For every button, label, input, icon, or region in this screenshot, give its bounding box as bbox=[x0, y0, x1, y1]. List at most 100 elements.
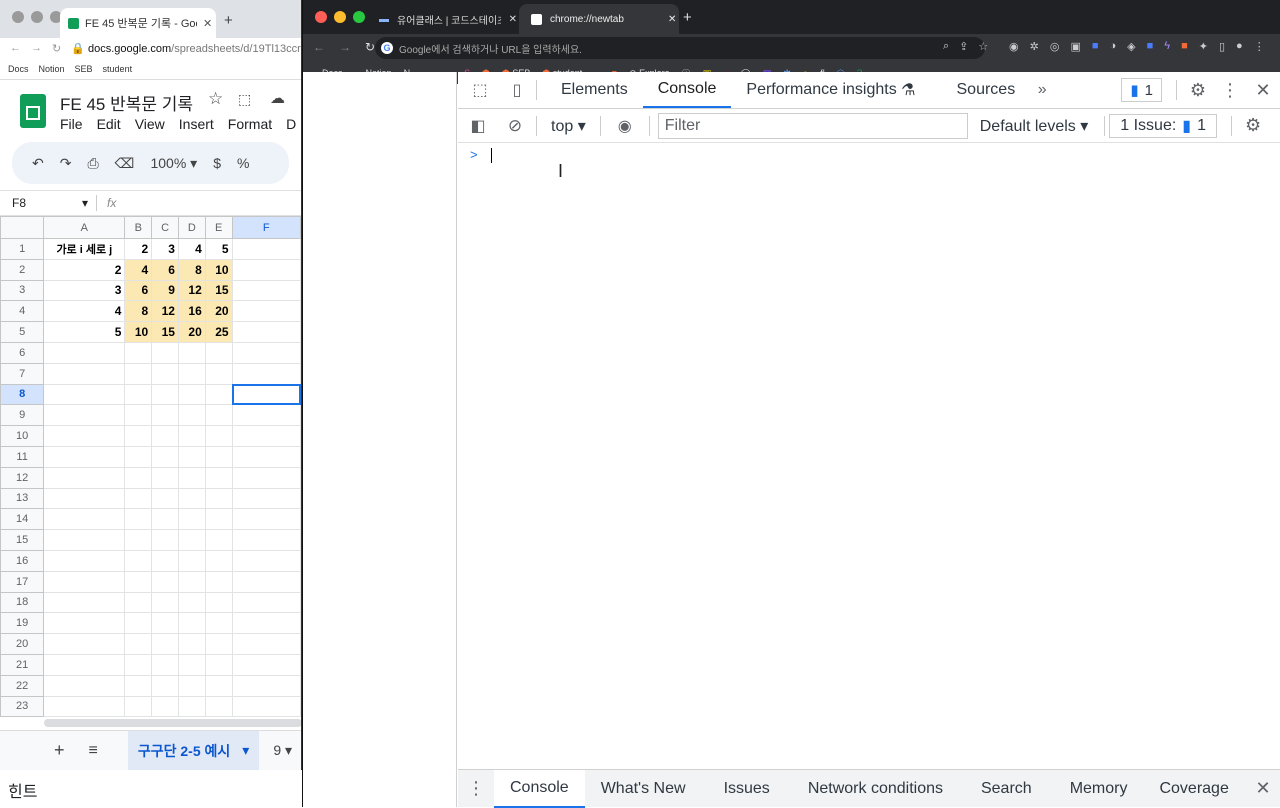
grid-cell[interactable] bbox=[204, 570, 233, 593]
name-box[interactable]: F8 ▾ bbox=[0, 196, 96, 210]
grid-cell[interactable] bbox=[204, 341, 233, 364]
row-header[interactable]: 16 bbox=[0, 549, 45, 572]
grid-cell[interactable] bbox=[231, 445, 301, 468]
menu-file[interactable]: File bbox=[60, 116, 83, 132]
paint-format-icon[interactable]: ⌫ bbox=[115, 155, 135, 172]
row-header[interactable]: 6 bbox=[0, 341, 45, 364]
grid-cell[interactable] bbox=[43, 487, 126, 510]
context-selector[interactable]: top ▾ bbox=[541, 116, 596, 136]
extension-icon[interactable]: ◉ bbox=[1009, 40, 1019, 53]
extension-icon[interactable]: ◑ bbox=[1110, 40, 1117, 53]
device-toolbar-icon[interactable]: ▯ bbox=[502, 80, 532, 100]
grid-cell[interactable] bbox=[124, 383, 153, 406]
grid-cell[interactable] bbox=[177, 549, 206, 572]
drawer-tab-search[interactable]: Search bbox=[959, 780, 1048, 798]
grid-cell[interactable] bbox=[231, 341, 301, 364]
zoom-icon[interactable]: ⌕ bbox=[943, 40, 949, 53]
grid-cell[interactable]: 2 bbox=[124, 238, 153, 260]
grid-cell[interactable] bbox=[231, 238, 301, 260]
row-header[interactable]: 19 bbox=[0, 612, 45, 635]
more-tabs-icon[interactable]: » bbox=[1030, 81, 1054, 99]
grid-cell[interactable] bbox=[177, 362, 206, 385]
grid-cell[interactable] bbox=[124, 653, 153, 676]
grid-cell[interactable] bbox=[43, 404, 126, 427]
grid-cell[interactable] bbox=[43, 674, 126, 697]
bookmark-student[interactable]: student bbox=[103, 64, 133, 74]
grid-cell[interactable] bbox=[124, 487, 153, 510]
grid-cell[interactable] bbox=[231, 508, 301, 531]
grid-cell[interactable] bbox=[43, 383, 126, 406]
column-header[interactable]: E bbox=[204, 216, 233, 239]
row-header[interactable]: 14 bbox=[0, 508, 45, 531]
grid-cell[interactable]: 6 bbox=[124, 279, 153, 302]
chrome-tab-codestates[interactable]: ▬ 유어클래스 | 코드스테이츠 학습 플랫 ✕ bbox=[367, 4, 517, 34]
profile-avatar[interactable]: ● bbox=[1236, 40, 1243, 53]
grid-cell[interactable] bbox=[204, 674, 233, 697]
grid-cell[interactable] bbox=[231, 549, 301, 572]
grid-cell[interactable]: 4 bbox=[177, 238, 206, 260]
grid-cell[interactable] bbox=[231, 258, 301, 281]
grid-cell[interactable] bbox=[43, 341, 126, 364]
row-header[interactable]: 11 bbox=[0, 445, 45, 468]
move-folder-icon[interactable]: ⬚ bbox=[238, 91, 251, 108]
grid-cell[interactable] bbox=[124, 695, 153, 718]
grid-cell[interactable] bbox=[124, 633, 153, 655]
drawer-tab-network-conditions[interactable]: Network conditions bbox=[786, 780, 959, 798]
log-levels-dropdown[interactable]: Default levels ▾ bbox=[968, 116, 1089, 136]
all-sheets-icon[interactable]: ≡ bbox=[65, 742, 98, 760]
drawer-tab-console[interactable]: Console bbox=[494, 769, 585, 808]
grid-cell[interactable] bbox=[231, 466, 301, 489]
customize-menu-icon[interactable]: ⋮ bbox=[1215, 80, 1245, 101]
grid-cell[interactable] bbox=[204, 549, 233, 572]
drawer-menu-icon[interactable]: ⋮ bbox=[458, 778, 494, 799]
row-header[interactable]: 9 bbox=[0, 404, 45, 427]
grid-cell[interactable] bbox=[204, 362, 233, 385]
grid-cell[interactable] bbox=[151, 674, 179, 697]
column-header[interactable]: D bbox=[177, 216, 206, 239]
grid-cell[interactable] bbox=[43, 653, 126, 676]
grid-cell[interactable] bbox=[231, 279, 301, 302]
grid-cell[interactable] bbox=[231, 425, 301, 447]
grid-cell[interactable] bbox=[231, 404, 301, 427]
bookmark-star-icon[interactable]: ☆ bbox=[978, 40, 988, 53]
grid-cell[interactable] bbox=[124, 425, 153, 447]
grid-cell[interactable] bbox=[43, 570, 126, 593]
grid-cell[interactable] bbox=[151, 362, 179, 385]
grid-cell[interactable]: 20 bbox=[204, 300, 233, 323]
url-field[interactable]: 🔒 docs.google.com/spreadsheets/d/19Tl13c… bbox=[71, 42, 301, 55]
grid-cell[interactable] bbox=[204, 529, 233, 551]
grid-cell[interactable] bbox=[151, 425, 179, 447]
grid-cell[interactable]: 5 bbox=[43, 321, 126, 343]
column-header[interactable]: C bbox=[151, 216, 179, 239]
grid-cell[interactable] bbox=[177, 383, 206, 406]
tab-sources[interactable]: Sources bbox=[931, 73, 1031, 108]
grid-cell[interactable] bbox=[231, 591, 301, 614]
grid-cell[interactable] bbox=[177, 653, 206, 676]
grid-cell[interactable] bbox=[177, 508, 206, 531]
row-header[interactable]: 23 bbox=[0, 695, 45, 718]
row-header[interactable]: 3 bbox=[0, 279, 45, 302]
column-header[interactable]: B bbox=[124, 216, 153, 239]
drawer-tab-issues[interactable]: Issues bbox=[702, 780, 786, 798]
back-icon[interactable]: ← bbox=[313, 40, 325, 54]
row-header[interactable]: 21 bbox=[0, 653, 45, 676]
new-tab-icon[interactable]: + bbox=[683, 9, 692, 26]
grid-cell[interactable] bbox=[43, 445, 126, 468]
row-header[interactable]: 12 bbox=[0, 466, 45, 489]
close-tab-icon[interactable]: ✕ bbox=[509, 14, 517, 25]
tab-console[interactable]: Console bbox=[642, 73, 732, 108]
grid-cell[interactable] bbox=[43, 633, 126, 655]
row-header[interactable]: 17 bbox=[0, 570, 45, 593]
grid-cell[interactable] bbox=[124, 591, 153, 614]
grid-cell[interactable]: 가로 i 세로 j bbox=[43, 238, 126, 260]
grid-cell[interactable] bbox=[151, 695, 179, 718]
row-header[interactable]: 4 bbox=[0, 300, 45, 323]
share-icon[interactable]: ⇪ bbox=[959, 40, 968, 53]
grid-cell[interactable]: 5 bbox=[204, 238, 233, 260]
grid-cell[interactable] bbox=[177, 404, 206, 427]
grid-cell[interactable]: 8 bbox=[177, 258, 206, 281]
grid-cell[interactable] bbox=[204, 653, 233, 676]
menu-insert[interactable]: Insert bbox=[179, 116, 214, 132]
menu-edit[interactable]: Edit bbox=[97, 116, 121, 132]
grid-cell[interactable] bbox=[177, 425, 206, 447]
